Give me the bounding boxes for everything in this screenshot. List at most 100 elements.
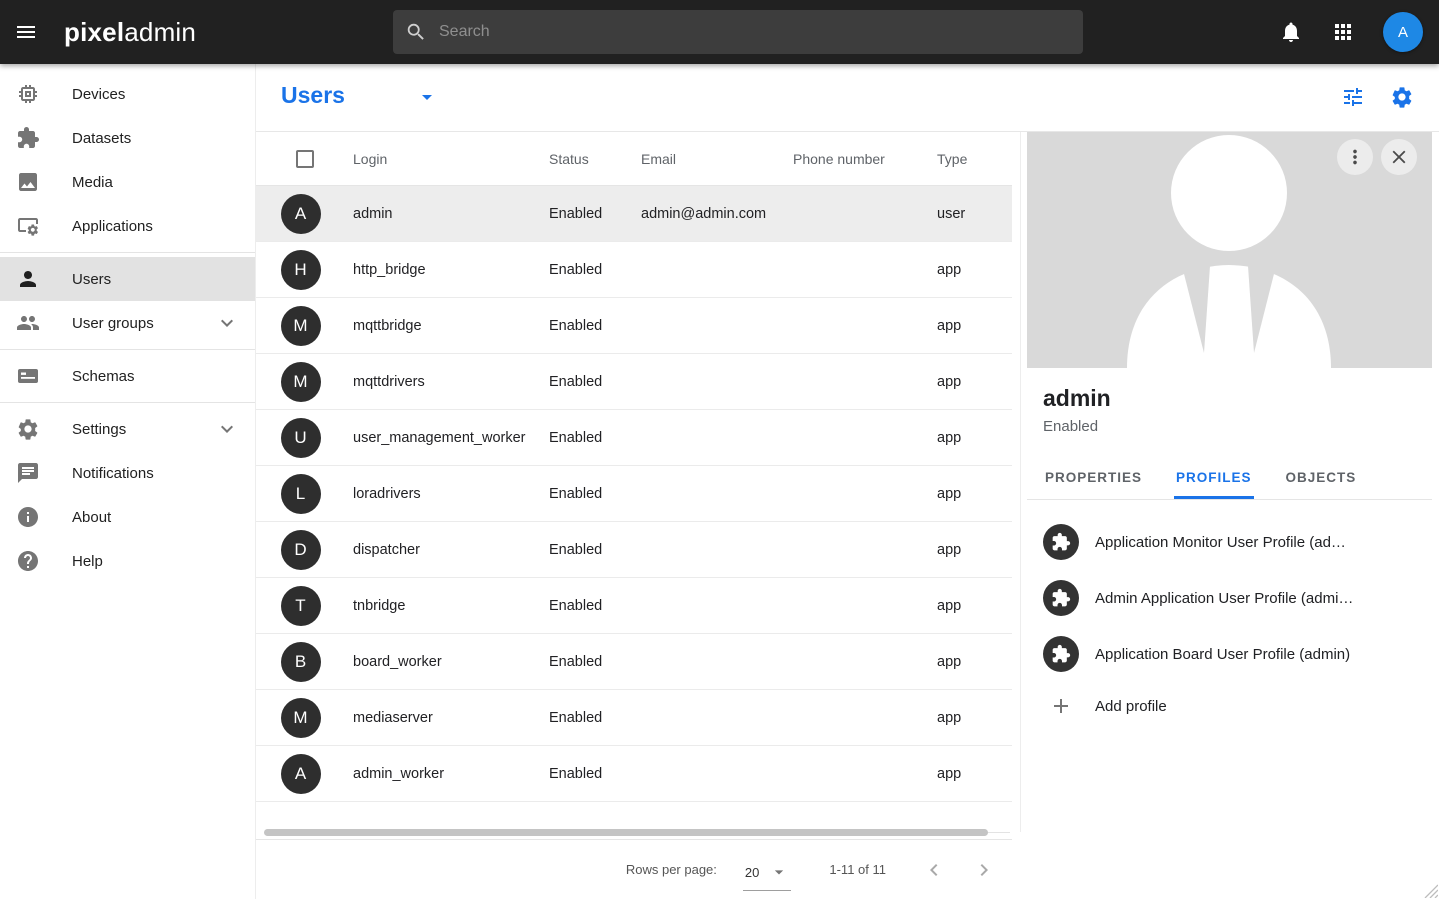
table-row-admin-worker[interactable]: Aadmin_workerEnabledapp <box>256 746 1012 802</box>
tab-properties[interactable]: PROPERTIES <box>1043 458 1144 499</box>
select-all-checkbox[interactable] <box>296 150 314 168</box>
filter-tune-icon[interactable] <box>1341 85 1365 109</box>
cell-status: Enabled <box>549 486 641 502</box>
sidebar-item-label: Media <box>72 174 113 191</box>
sidebar-item-user-groups[interactable]: User groups <box>0 301 255 345</box>
table-row-mediaserver[interactable]: MmediaserverEnabledapp <box>256 690 1012 746</box>
row-avatar: M <box>281 698 321 738</box>
search-input[interactable] <box>439 23 1071 41</box>
cell-login: admin <box>353 206 549 222</box>
table-row-tnbridge[interactable]: TtnbridgeEnabledapp <box>256 578 1012 634</box>
user-detail-panel: admin Enabled PROPERTIESPROFILESOBJECTS … <box>1027 132 1432 728</box>
cell-type: app <box>937 318 1012 334</box>
table-row-mqttbridge[interactable]: MmqttbridgeEnabledapp <box>256 298 1012 354</box>
table-row-http-bridge[interactable]: Hhttp_bridgeEnabledapp <box>256 242 1012 298</box>
sidebar-item-label: About <box>72 509 111 526</box>
cell-type: app <box>937 542 1012 558</box>
users-table: LoginStatusEmailPhone numberType AadminE… <box>256 132 1012 899</box>
column-header-login: Login <box>353 151 549 167</box>
menu-button[interactable] <box>14 20 38 44</box>
sidebar-item-schemas[interactable]: Schemas <box>0 354 255 398</box>
person-icon <box>16 267 40 291</box>
page-header: Users <box>256 64 1439 131</box>
sidebar-item-datasets[interactable]: Datasets <box>0 116 255 160</box>
panel-close-button[interactable] <box>1381 139 1417 175</box>
row-avatar: T <box>281 586 321 626</box>
cell-type: user <box>937 206 1012 222</box>
panel-menu-button[interactable] <box>1337 139 1373 175</box>
previous-page-icon[interactable] <box>922 858 946 882</box>
cell-login: board_worker <box>353 654 549 670</box>
cell-type: app <box>937 598 1012 614</box>
profile-item-2[interactable]: Admin Application User Profile (admi… <box>1027 570 1432 626</box>
rows-per-page-select[interactable]: 20 <box>743 860 791 891</box>
brand-bold: pixel <box>64 17 124 47</box>
sidebar-item-label: Help <box>72 553 103 570</box>
topbar-actions: A <box>1279 0 1423 64</box>
row-avatar: M <box>281 306 321 346</box>
table-row-loradrivers[interactable]: LloradriversEnabledapp <box>256 466 1012 522</box>
rows-per-page-value: 20 <box>745 865 759 880</box>
cell-type: app <box>937 710 1012 726</box>
panel-tabs: PROPERTIES PROFILES OBJECTS <box>1027 458 1432 500</box>
sidebar-item-label: Schemas <box>72 368 135 385</box>
table-row-user-management-worker[interactable]: Uuser_management_workerEnabledapp <box>256 410 1012 466</box>
page-title-dropdown[interactable]: Users <box>281 81 439 109</box>
sidebar-item-applications[interactable]: Applications <box>0 204 255 248</box>
sidebar-item-label: Applications <box>72 218 153 235</box>
row-avatar: L <box>281 474 321 514</box>
row-avatar: M <box>281 362 321 402</box>
apps-grid-icon[interactable] <box>1331 20 1355 44</box>
cell-email: admin@admin.com <box>641 206 793 222</box>
brand-light: admin <box>124 17 196 47</box>
add-profile-button[interactable]: Add profile <box>1027 684 1432 728</box>
table-row-mqttdrivers[interactable]: MmqttdriversEnabledapp <box>256 354 1012 410</box>
table-row-admin[interactable]: AadminEnabledadmin@admin.com user <box>256 186 1012 242</box>
sidebar-item-media[interactable]: Media <box>0 160 255 204</box>
sidebar-item-devices[interactable]: Devices <box>0 72 255 116</box>
window-resize-grip[interactable] <box>1424 884 1438 898</box>
chevron-down-icon <box>215 417 239 441</box>
profile-item-3[interactable]: Application Board User Profile (admin) <box>1027 626 1432 682</box>
top-app-bar: pixeladmin A <box>0 0 1439 64</box>
list-card-icon <box>16 364 40 388</box>
app-logo: pixeladmin <box>64 17 196 48</box>
cell-type: app <box>937 430 1012 446</box>
tab-objects[interactable]: OBJECTS <box>1284 458 1359 499</box>
horizontal-scrollbar-thumb[interactable] <box>264 829 988 836</box>
image-icon <box>16 170 40 194</box>
row-avatar: A <box>281 194 321 234</box>
cell-status: Enabled <box>549 430 641 446</box>
sidebar-item-notifications[interactable]: Notifications <box>0 451 255 495</box>
table-body: AadminEnabledadmin@admin.comuserHhttp_br… <box>256 186 1012 802</box>
cell-status: Enabled <box>549 598 641 614</box>
sidebar-item-help[interactable]: Help <box>0 539 255 583</box>
row-avatar: B <box>281 642 321 682</box>
header-actions <box>1341 85 1414 109</box>
table-row-board-worker[interactable]: Bboard_workerEnabledapp <box>256 634 1012 690</box>
cell-login: loradrivers <box>353 486 549 502</box>
tab-profiles[interactable]: PROFILES <box>1174 458 1254 499</box>
plus-icon <box>1049 694 1073 718</box>
user-avatar-button[interactable]: A <box>1383 12 1423 52</box>
table-pagination: Rows per page: 20 1-11 of 11 <box>256 839 1012 899</box>
cell-login: mediaserver <box>353 710 549 726</box>
profile-label: Application Board User Profile (admin) <box>1095 646 1350 663</box>
notifications-bell-icon[interactable] <box>1279 20 1303 44</box>
search-bar <box>393 10 1083 54</box>
cell-status: Enabled <box>549 766 641 782</box>
next-page-icon[interactable] <box>972 858 996 882</box>
profile-item-1[interactable]: Application Monitor User Profile (ad… <box>1027 514 1432 570</box>
settings-gear-icon[interactable] <box>1390 85 1414 109</box>
sidebar-item-settings[interactable]: Settings <box>0 407 255 451</box>
sidebar-item-users[interactable]: Users <box>0 257 255 301</box>
sidebar-item-about[interactable]: About <box>0 495 255 539</box>
row-avatar: D <box>281 530 321 570</box>
rows-per-page-label: Rows per page: <box>626 862 717 877</box>
cell-status: Enabled <box>549 206 641 222</box>
cell-status: Enabled <box>549 262 641 278</box>
panel-user-status: Enabled <box>1043 418 1416 435</box>
table-right-divider <box>1020 132 1021 832</box>
table-row-dispatcher[interactable]: DdispatcherEnabledapp <box>256 522 1012 578</box>
sidebar-item-label: User groups <box>72 315 154 332</box>
